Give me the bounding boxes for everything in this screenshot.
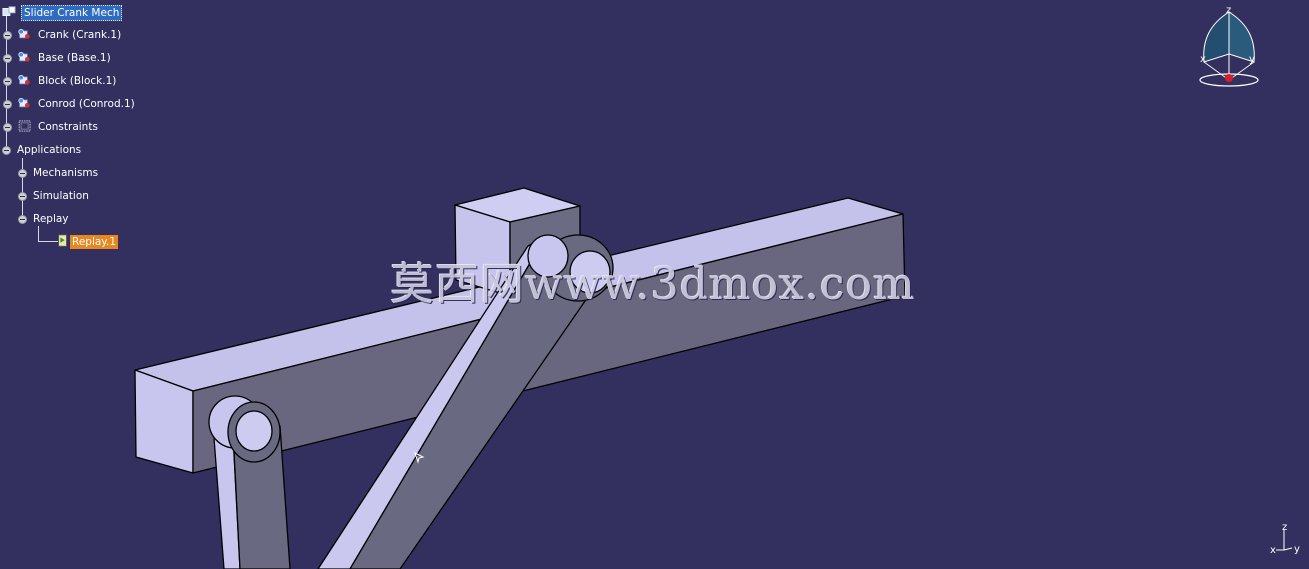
axis-y-label: y (1294, 544, 1300, 555)
compass-z-label: z (1226, 5, 1231, 16)
expand-icon[interactable] (18, 192, 27, 201)
watermark-text: 莫西网www.3dmox.com (390, 259, 916, 310)
expand-icon[interactable] (3, 77, 12, 86)
part-icon (18, 97, 30, 108)
expand-icon[interactable] (3, 31, 12, 40)
compass-icon[interactable]: z x y (1196, 4, 1262, 90)
constraints-icon (18, 120, 31, 132)
compass-y-label: y (1249, 54, 1255, 65)
axis-z-label: z (1282, 522, 1287, 533)
mouse-cursor-icon (414, 452, 425, 464)
replay-icon (58, 234, 67, 247)
compass-x-label: x (1200, 54, 1206, 65)
tree-item-label: Applications (17, 144, 82, 156)
tree-item-label: Block (Block.1) (38, 75, 117, 87)
expand-icon[interactable] (3, 54, 12, 63)
axis-triad-icon: z x y (1270, 522, 1300, 556)
tree-item-label: Replay.1 (70, 235, 119, 249)
part-icon (18, 74, 30, 85)
tree-item-label: Crank (Crank.1) (38, 29, 122, 41)
axis-x-label: x (1270, 545, 1276, 556)
tree-item-label: Simulation (33, 190, 89, 202)
product-icon (2, 6, 16, 16)
expand-icon[interactable] (3, 123, 12, 132)
part-icon (18, 28, 30, 39)
tree-item-label: Conrod (Conrod.1) (38, 98, 135, 110)
specification-tree[interactable]: Slider Crank Mech Crank (Crank.1) Base (… (0, 0, 260, 260)
part-icon (18, 51, 30, 62)
expand-icon[interactable] (3, 100, 12, 109)
expand-icon[interactable] (18, 169, 27, 178)
tree-root-label: Slider Crank Mech (21, 5, 123, 21)
tree-item-label: Base (Base.1) (38, 52, 111, 64)
tree-item-label: Constraints (38, 121, 98, 133)
collapse-icon[interactable] (2, 146, 11, 155)
tree-item-label: Mechanisms (33, 167, 99, 179)
collapse-icon[interactable] (18, 215, 27, 224)
crank-part[interactable] (208, 395, 291, 569)
tree-item-label: Replay (33, 213, 69, 225)
